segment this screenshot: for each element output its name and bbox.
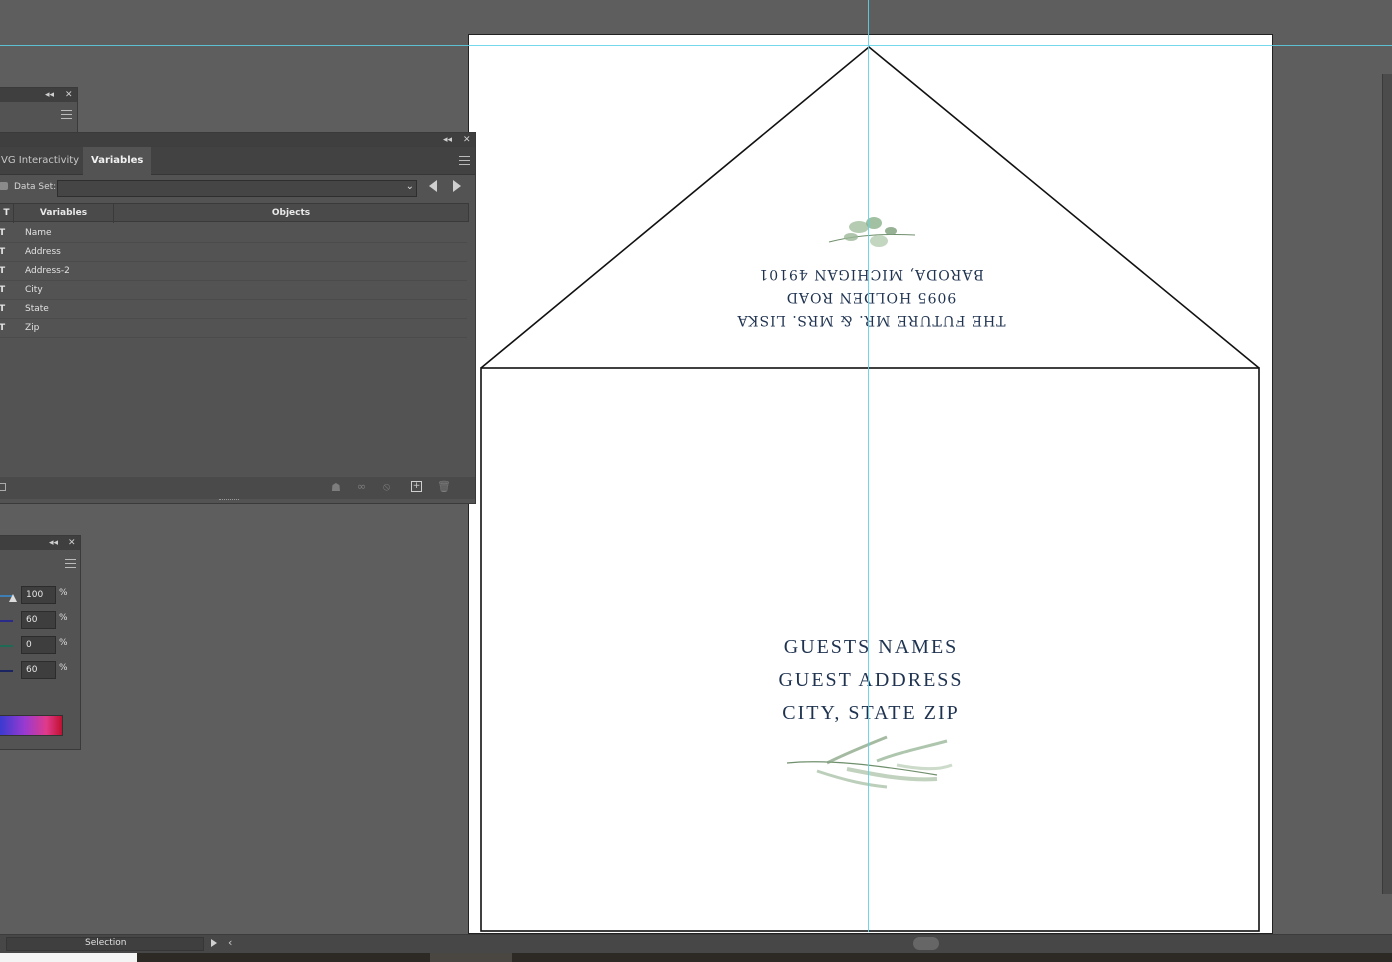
guest-city-line: CITY, STATE ZIP — [782, 702, 960, 724]
percent-label: % — [59, 588, 68, 598]
table-row[interactable]: T Name — [0, 224, 467, 243]
variables-panel-footer: ☗ ∞ ⦸ + 🗑 — [0, 477, 475, 499]
magenta-value-input[interactable]: 60 — [21, 611, 56, 629]
color-panel: ◂◂ ✕ 100 % 60 % 0 % 60 % — [0, 535, 81, 750]
panel-menu-icon[interactable] — [65, 559, 76, 568]
variable-name: Zip — [25, 323, 40, 333]
guest-name-line: GUESTS NAMES — [783, 636, 959, 658]
guest-address-block[interactable]: GUESTS NAMES GUEST ADDRESS CITY, STATE Z… — [669, 631, 1073, 730]
return-address-line: BARODA, MICHIGAN 49101 — [758, 266, 984, 282]
variable-name: City — [25, 285, 43, 295]
variables-table-header: T Variables Objects — [0, 203, 469, 223]
vertical-scrollbar[interactable] — [1382, 74, 1392, 894]
percent-label: % — [59, 638, 68, 648]
tab-svg-interactivity[interactable]: VG Interactivity — [0, 147, 87, 175]
close-icon[interactable]: ✕ — [65, 89, 73, 101]
panel-menu-icon[interactable] — [459, 156, 470, 165]
scroll-left-icon[interactable]: ‹ — [228, 936, 232, 949]
text-variable-icon: T — [0, 323, 6, 333]
horizontal-scrollbar-thumb[interactable] — [913, 937, 939, 950]
text-variable-icon: T — [0, 228, 6, 238]
next-data-set-icon[interactable] — [453, 180, 461, 192]
cyan-value-input[interactable]: 100 — [21, 586, 56, 604]
collapsed-panel-top: ◂◂ ✕ — [0, 87, 78, 133]
panel-titlebar: ◂◂ ✕ — [0, 133, 475, 147]
taskbar-segment — [430, 953, 512, 962]
table-row[interactable]: T Zip — [0, 319, 467, 338]
capture-data-set-icon[interactable]: ☗ — [331, 481, 341, 494]
make-dynamic-icon[interactable]: ∞ — [357, 480, 366, 493]
yellow-slider[interactable] — [0, 645, 13, 647]
trash-icon[interactable]: 🗑 — [437, 480, 451, 493]
table-row[interactable]: T State — [0, 300, 467, 319]
black-value-input[interactable]: 60 — [21, 661, 56, 679]
yellow-value-input[interactable]: 0 — [21, 636, 56, 654]
return-address-line: 9095 HOLDEN ROAD — [785, 289, 957, 305]
taskbar-highlight — [0, 953, 137, 962]
close-icon[interactable]: ✕ — [68, 537, 76, 549]
color-spectrum-bar[interactable] — [0, 715, 63, 736]
chevron-down-icon: ⌄ — [405, 181, 414, 192]
percent-label: % — [59, 613, 68, 623]
data-set-row: Data Set: ⌄ — [0, 177, 475, 201]
variables-column-header[interactable]: Variables — [14, 204, 114, 223]
envelope-outline — [480, 45, 1260, 932]
variable-name: Address — [25, 247, 61, 257]
text-variable-icon: T — [0, 247, 6, 257]
data-set-dropdown[interactable]: ⌄ — [57, 180, 417, 197]
collapse-icon[interactable]: ◂◂ — [49, 537, 58, 549]
type-column-header: T — [0, 204, 14, 223]
color-slider-row: 100 % — [0, 586, 79, 606]
color-slider-row: 60 % — [0, 661, 79, 681]
data-set-label: Data Set: — [14, 182, 57, 192]
panel-tabs: VG Interactivity Variables — [0, 147, 475, 175]
horizontal-guide[interactable] — [0, 45, 1392, 46]
taskbar-strip — [0, 953, 1392, 962]
color-slider-row: 0 % — [0, 636, 79, 656]
vertical-guide[interactable] — [868, 0, 869, 932]
magenta-slider[interactable] — [0, 620, 13, 622]
eucalyptus-sprig-bottom — [786, 735, 953, 789]
text-variable-icon: T — [0, 266, 6, 276]
variable-name: State — [25, 304, 49, 314]
table-row[interactable]: T Address-2 — [0, 262, 467, 281]
return-address[interactable]: THE FUTURE MR. & MRS. LISKA 9095 HOLDEN … — [669, 262, 1073, 331]
close-icon[interactable]: ✕ — [463, 134, 471, 146]
percent-label: % — [59, 663, 68, 673]
variable-name: Name — [25, 228, 52, 238]
lock-icon[interactable] — [0, 483, 6, 491]
panel-titlebar: ◂◂ ✕ — [0, 88, 77, 102]
eucalyptus-sprig-top — [828, 217, 916, 247]
camera-icon[interactable] — [0, 182, 8, 190]
artboard[interactable]: THE FUTURE MR. & MRS. LISKA 9095 HOLDEN … — [468, 34, 1273, 934]
variable-name: Address-2 — [25, 266, 70, 276]
table-row[interactable]: T Address — [0, 243, 467, 262]
status-bar: Selection ‹ — [0, 934, 1392, 953]
black-slider[interactable] — [0, 670, 13, 672]
text-variable-icon: T — [0, 285, 6, 295]
text-variable-icon: T — [0, 304, 6, 314]
collapse-icon[interactable]: ◂◂ — [45, 89, 54, 101]
return-address-line: THE FUTURE MR. & MRS. LISKA — [736, 312, 1006, 328]
panel-menu-icon[interactable] — [61, 110, 72, 119]
tab-variables[interactable]: Variables — [83, 147, 152, 175]
status-menu-arrow-icon[interactable] — [211, 939, 217, 947]
collapse-icon[interactable]: ◂◂ — [443, 134, 452, 146]
resize-grip-icon[interactable] — [219, 499, 239, 502]
new-variable-icon[interactable]: + — [411, 481, 422, 492]
objects-column-header[interactable]: Objects — [114, 204, 468, 223]
color-slider-row: 60 % — [0, 611, 79, 631]
table-row[interactable]: T City — [0, 281, 467, 300]
unbind-variable-icon[interactable]: ⦸ — [383, 480, 390, 494]
panel-titlebar: ◂◂ ✕ — [0, 536, 80, 550]
guest-address-line: GUEST ADDRESS — [778, 669, 964, 691]
variables-panel: ◂◂ ✕ VG Interactivity Variables Data Set… — [0, 132, 476, 504]
current-tool-label: Selection — [85, 938, 127, 948]
previous-data-set-icon[interactable] — [429, 180, 437, 192]
cyan-slider[interactable] — [0, 595, 13, 597]
